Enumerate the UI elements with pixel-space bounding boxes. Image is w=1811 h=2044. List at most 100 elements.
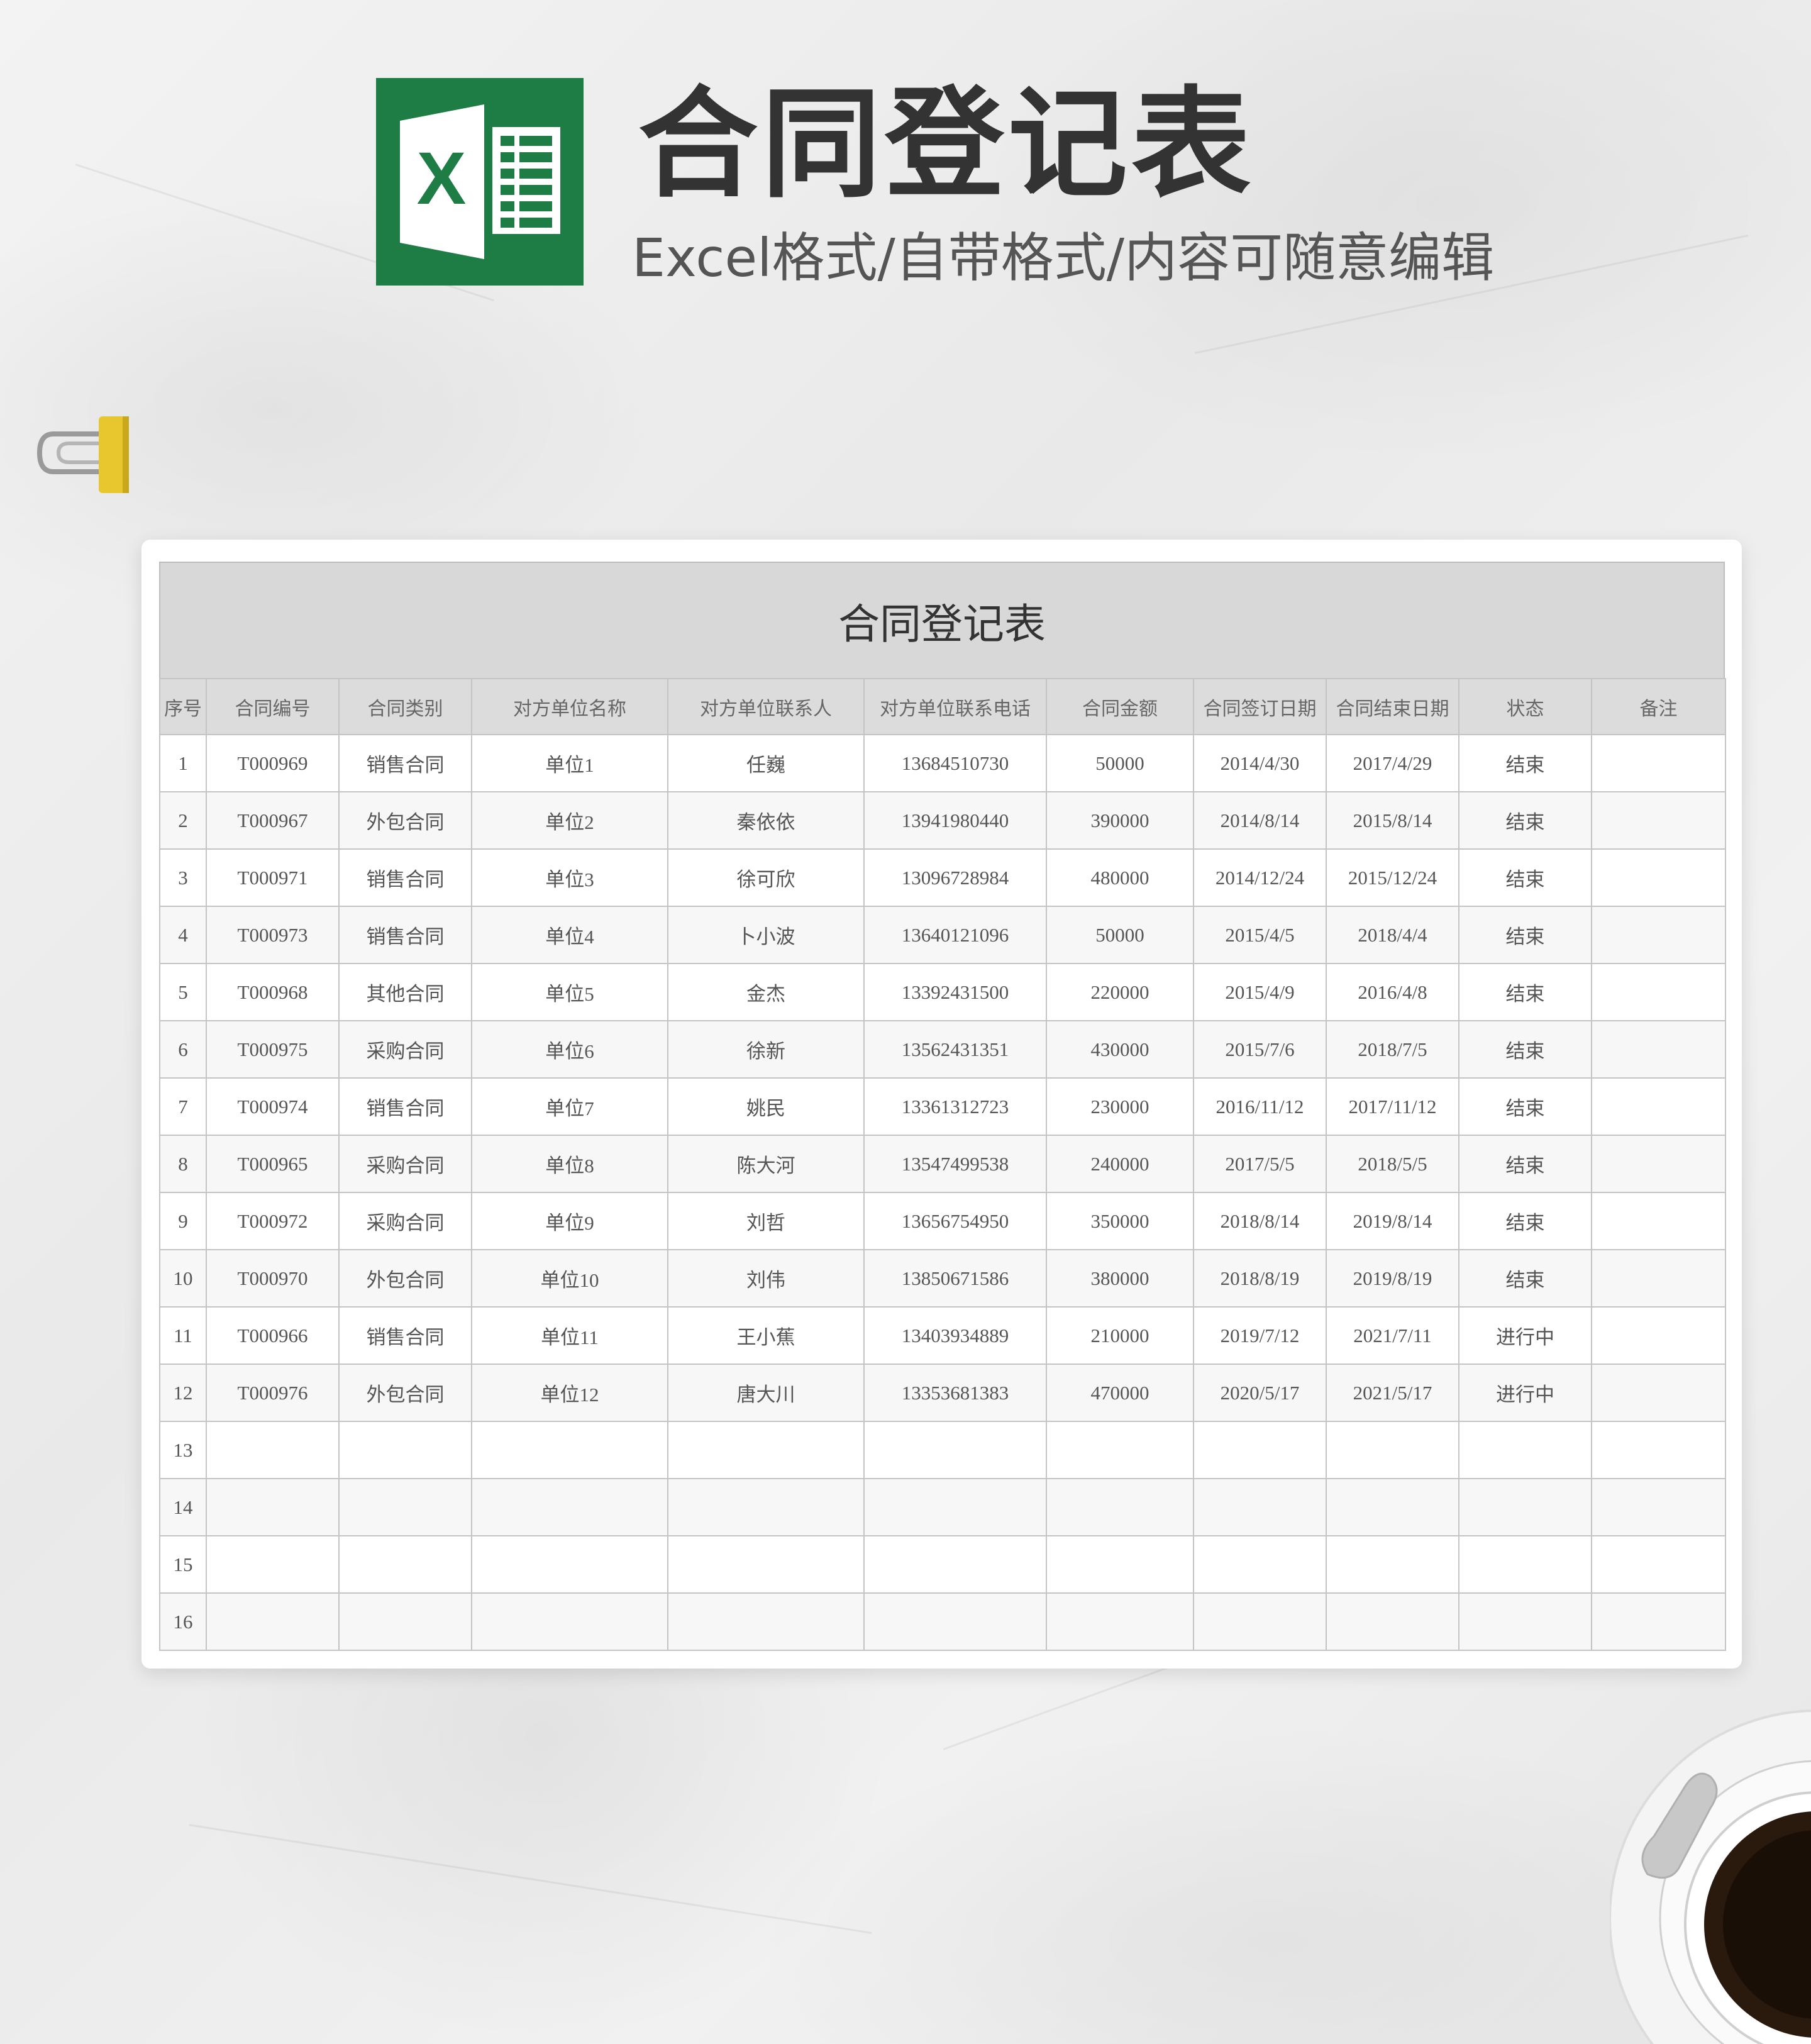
table-cell[interactable]: 16 [159, 1592, 207, 1651]
table-cell[interactable]: 采购合同 [338, 1192, 472, 1250]
table-cell[interactable]: 15 [159, 1535, 207, 1594]
table-cell[interactable]: 单位12 [471, 1364, 668, 1422]
table-cell[interactable]: 10 [159, 1249, 207, 1308]
table-cell[interactable]: 单位8 [471, 1135, 668, 1193]
table-cell[interactable]: 徐可欣 [667, 848, 865, 907]
table-cell[interactable]: 2017/4/29 [1326, 734, 1459, 792]
table-cell[interactable]: 2020/5/17 [1193, 1364, 1327, 1422]
table-cell[interactable]: 2018/8/19 [1193, 1249, 1327, 1308]
table-cell[interactable]: 结束 [1458, 906, 1592, 964]
table-cell[interactable]: 350000 [1046, 1192, 1194, 1250]
table-cell[interactable]: 2018/8/14 [1193, 1192, 1327, 1250]
table-cell[interactable]: 刘伟 [667, 1249, 865, 1308]
table-cell[interactable]: 1 [159, 734, 207, 792]
table-cell[interactable]: 单位10 [471, 1249, 668, 1308]
table-cell[interactable]: 结束 [1458, 963, 1592, 1021]
table-cell[interactable] [1458, 1592, 1592, 1651]
table-cell[interactable] [1046, 1421, 1194, 1479]
table-cell[interactable]: 单位11 [471, 1306, 668, 1365]
table-cell[interactable]: 单位9 [471, 1192, 668, 1250]
table-cell[interactable]: 240000 [1046, 1135, 1194, 1193]
table-cell[interactable]: 结束 [1458, 791, 1592, 850]
table-cell[interactable] [1046, 1535, 1194, 1594]
table-cell[interactable] [863, 1421, 1047, 1479]
table-cell[interactable]: 唐大川 [667, 1364, 865, 1422]
table-cell[interactable]: 13096728984 [863, 848, 1047, 907]
table-cell[interactable]: 13353681383 [863, 1364, 1047, 1422]
table-cell[interactable]: 8 [159, 1135, 207, 1193]
table-cell[interactable]: 13656754950 [863, 1192, 1047, 1250]
table-cell[interactable]: 外包合同 [338, 1364, 472, 1422]
table-cell[interactable]: 2 [159, 791, 207, 850]
table-cell[interactable]: 结束 [1458, 1020, 1592, 1079]
table-cell[interactable]: 13403934889 [863, 1306, 1047, 1365]
table-cell[interactable]: 2016/4/8 [1326, 963, 1459, 1021]
table-cell[interactable]: 销售合同 [338, 734, 472, 792]
column-header[interactable]: 合同编号 [206, 678, 340, 735]
table-cell[interactable]: 2017/11/12 [1326, 1077, 1459, 1136]
table-cell[interactable]: 5 [159, 963, 207, 1021]
table-cell[interactable]: T000974 [206, 1077, 340, 1136]
table-cell[interactable]: 14 [159, 1478, 207, 1536]
table-cell[interactable] [206, 1535, 340, 1594]
table-cell[interactable]: 单位5 [471, 963, 668, 1021]
table-cell[interactable]: 2014/8/14 [1193, 791, 1327, 850]
column-header[interactable]: 对方单位名称 [471, 678, 668, 735]
table-cell[interactable]: 6 [159, 1020, 207, 1079]
table-cell[interactable] [1591, 1192, 1726, 1250]
table-cell[interactable] [667, 1478, 865, 1536]
table-cell[interactable]: 2021/5/17 [1326, 1364, 1459, 1422]
table-cell[interactable] [1591, 1077, 1726, 1136]
table-cell[interactable] [206, 1592, 340, 1651]
table-cell[interactable]: 470000 [1046, 1364, 1194, 1422]
column-header[interactable]: 合同结束日期 [1326, 678, 1459, 735]
table-cell[interactable]: T000967 [206, 791, 340, 850]
table-cell[interactable] [1591, 1592, 1726, 1651]
table-cell[interactable]: 外包合同 [338, 791, 472, 850]
table-cell[interactable]: 陈大河 [667, 1135, 865, 1193]
table-cell[interactable] [1046, 1592, 1194, 1651]
column-header[interactable]: 合同签订日期 [1193, 678, 1327, 735]
table-cell[interactable]: T000976 [206, 1364, 340, 1422]
table-cell[interactable]: 13640121096 [863, 906, 1047, 964]
table-cell[interactable] [667, 1421, 865, 1479]
table-cell[interactable] [206, 1478, 340, 1536]
table-cell[interactable]: 2015/12/24 [1326, 848, 1459, 907]
table-cell[interactable] [1046, 1478, 1194, 1536]
table-cell[interactable]: 销售合同 [338, 848, 472, 907]
table-cell[interactable]: 2021/7/11 [1326, 1306, 1459, 1365]
table-cell[interactable] [1591, 1421, 1726, 1479]
table-cell[interactable]: 2019/7/12 [1193, 1306, 1327, 1365]
table-cell[interactable] [1326, 1421, 1459, 1479]
table-cell[interactable] [1326, 1478, 1459, 1536]
table-cell[interactable]: 2019/8/14 [1326, 1192, 1459, 1250]
table-cell[interactable]: 结束 [1458, 734, 1592, 792]
column-header[interactable]: 对方单位联系电话 [863, 678, 1047, 735]
table-cell[interactable]: 2016/11/12 [1193, 1077, 1327, 1136]
table-cell[interactable]: 390000 [1046, 791, 1194, 850]
table-cell[interactable] [1193, 1421, 1327, 1479]
table-cell[interactable]: 金杰 [667, 963, 865, 1021]
table-cell[interactable]: 单位7 [471, 1077, 668, 1136]
table-cell[interactable]: 2019/8/19 [1326, 1249, 1459, 1308]
table-cell[interactable] [338, 1535, 472, 1594]
table-cell[interactable]: 13684510730 [863, 734, 1047, 792]
table-cell[interactable] [1591, 1306, 1726, 1365]
table-cell[interactable]: 4 [159, 906, 207, 964]
column-header[interactable]: 序号 [159, 678, 207, 735]
table-cell[interactable] [1326, 1535, 1459, 1594]
table-cell[interactable]: 徐新 [667, 1020, 865, 1079]
table-cell[interactable] [1458, 1535, 1592, 1594]
table-cell[interactable] [1591, 1249, 1726, 1308]
table-cell[interactable] [471, 1478, 668, 1536]
table-cell[interactable]: 13361312723 [863, 1077, 1047, 1136]
table-cell[interactable] [863, 1478, 1047, 1536]
table-cell[interactable] [1591, 1364, 1726, 1422]
table-cell[interactable]: 结束 [1458, 1135, 1592, 1193]
table-cell[interactable]: 13392431500 [863, 963, 1047, 1021]
table-cell[interactable] [863, 1592, 1047, 1651]
table-cell[interactable]: 单位2 [471, 791, 668, 850]
table-cell[interactable]: 2015/7/6 [1193, 1020, 1327, 1079]
table-cell[interactable]: 外包合同 [338, 1249, 472, 1308]
table-cell[interactable] [1591, 1135, 1726, 1193]
